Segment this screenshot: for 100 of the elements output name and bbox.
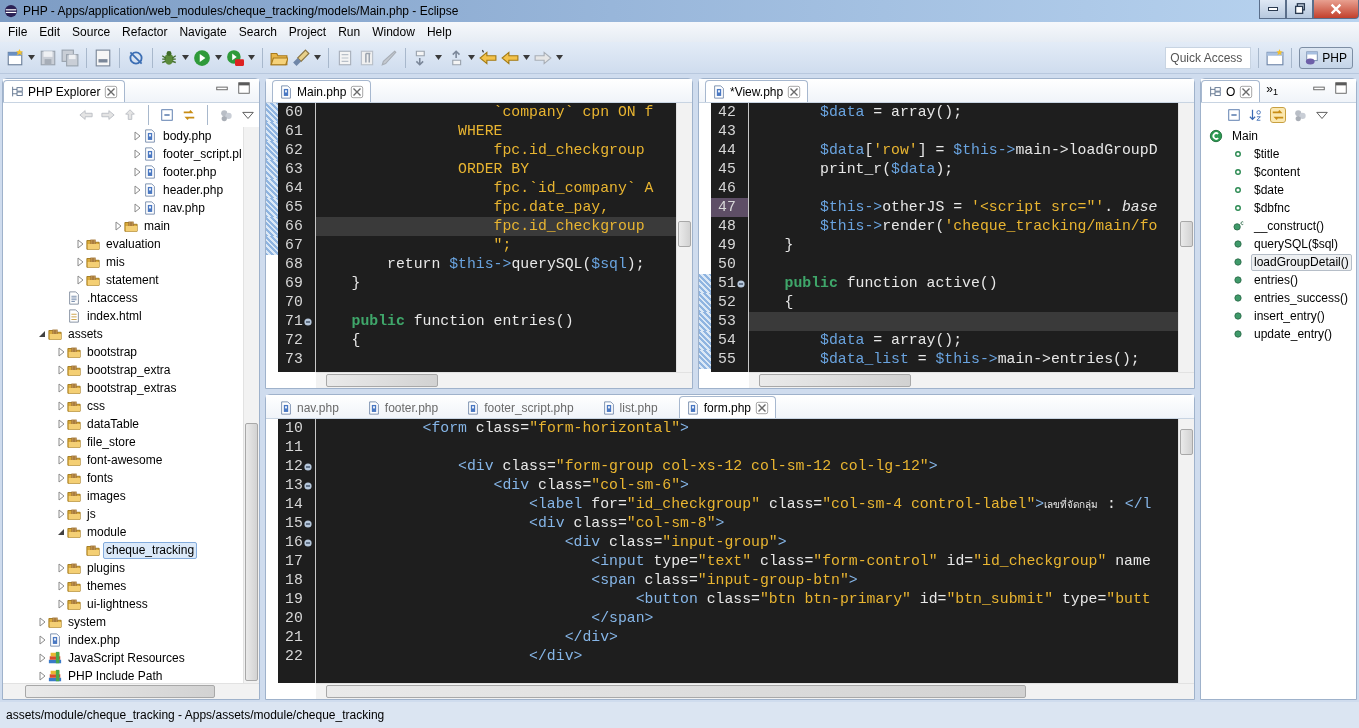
collapsed-arrow-icon[interactable]: [74, 256, 86, 268]
tree-item[interactable]: index.php: [65, 631, 124, 649]
collapsed-arrow-icon[interactable]: [36, 616, 48, 628]
tree-item[interactable]: file_store: [84, 433, 139, 451]
collapsed-arrow-icon[interactable]: [55, 418, 67, 430]
outline-item[interactable]: Main: [1229, 127, 1261, 145]
quick-access-field[interactable]: Quick Access: [1165, 46, 1252, 69]
page-icon[interactable]: [336, 48, 354, 67]
tree-item[interactable]: module: [84, 523, 130, 541]
menu-item[interactable]: Window: [366, 23, 421, 41]
tree-item[interactable]: cheque_tracking: [103, 541, 198, 559]
fold-icon[interactable]: [303, 462, 312, 471]
tree-item[interactable]: bootstrap_extras: [84, 379, 180, 397]
view-tab[interactable]: PHP Explorer: [3, 80, 126, 102]
scroll-thumb[interactable]: [25, 685, 215, 698]
scroll-thumb[interactable]: [759, 374, 911, 387]
collapsed-arrow-icon[interactable]: [74, 238, 86, 250]
scroll-thumb[interactable]: [326, 685, 1026, 698]
editor-tab[interactable]: footer_script.php: [459, 396, 581, 418]
caret-icon[interactable]: [28, 55, 35, 60]
collapsed-arrow-icon[interactable]: [36, 634, 48, 646]
tree-item[interactable]: font-awesome: [84, 451, 166, 469]
vertical-scrollbar[interactable]: [1178, 419, 1194, 683]
outline-item[interactable]: loadGroupDetail(): [1251, 253, 1352, 271]
collapsed-arrow-icon[interactable]: [55, 436, 67, 448]
menu-item[interactable]: Help: [420, 23, 458, 41]
collapsed-arrow-icon[interactable]: [131, 130, 143, 142]
save-all-icon[interactable]: [61, 48, 79, 67]
fold-icon[interactable]: [303, 519, 312, 528]
scroll-thumb[interactable]: [326, 374, 438, 387]
horizontal-scrollbar[interactable]: [749, 372, 1194, 388]
link-icon[interactable]: [182, 108, 196, 122]
outline-item[interactable]: $date: [1251, 181, 1288, 199]
vertical-scrollbar[interactable]: [676, 103, 692, 372]
tree-item[interactable]: css: [84, 397, 108, 415]
link-icon[interactable]: [1271, 108, 1285, 122]
tree-item[interactable]: footer_script.pl: [160, 145, 243, 163]
scroll-thumb[interactable]: [1180, 429, 1193, 455]
collapsed-arrow-icon[interactable]: [131, 184, 143, 196]
menu-item[interactable]: File: [2, 23, 34, 41]
restore-button[interactable]: [1286, 0, 1313, 19]
tree-item[interactable]: evaluation: [103, 235, 164, 253]
collapsed-arrow-icon[interactable]: [55, 562, 67, 574]
outline-item[interactable]: update_entry(): [1251, 325, 1336, 343]
collapse-all-icon[interactable]: [160, 108, 174, 122]
tree-item[interactable]: nav.php: [160, 199, 208, 217]
scroll-thumb[interactable]: [245, 423, 258, 681]
collapsed-arrow-icon[interactable]: [55, 454, 67, 466]
close-icon[interactable]: [104, 84, 119, 99]
outline-item[interactable]: entries_success(): [1251, 289, 1352, 307]
tree-item[interactable]: JavaScript Resources: [65, 649, 188, 667]
editor-tab[interactable]: form.php: [678, 396, 776, 418]
outline-item[interactable]: $dbfnc: [1251, 199, 1294, 217]
bug-icon[interactable]: [160, 48, 178, 67]
collapsed-arrow-icon[interactable]: [74, 274, 86, 286]
menu-item[interactable]: Project: [282, 23, 333, 41]
tree-item[interactable]: plugins: [84, 559, 129, 577]
scroll-thumb[interactable]: [1180, 221, 1193, 247]
tree-item[interactable]: footer.php: [160, 163, 220, 181]
up-icon[interactable]: [123, 108, 137, 122]
editor-tab[interactable]: *View.php: [705, 80, 809, 102]
caret-icon[interactable]: [248, 55, 255, 60]
fold-icon[interactable]: [303, 481, 312, 490]
caret-icon[interactable]: [523, 55, 530, 60]
tree-item[interactable]: images: [84, 487, 129, 505]
tree-item[interactable]: ui-lightness: [84, 595, 151, 613]
caret-icon[interactable]: [435, 55, 442, 60]
collapsed-arrow-icon[interactable]: [36, 670, 48, 682]
view-tab[interactable]: O: [1201, 80, 1261, 102]
collapse-all-icon[interactable]: [1227, 108, 1241, 122]
tree-item[interactable]: js: [84, 505, 99, 523]
tree-item[interactable]: dataTable: [84, 415, 143, 433]
menu-item[interactable]: Refactor: [116, 23, 174, 41]
close-icon[interactable]: [755, 400, 769, 415]
caret-icon[interactable]: [215, 55, 222, 60]
close-icon[interactable]: [1239, 84, 1254, 99]
pen-icon[interactable]: [380, 48, 398, 67]
binary-file-icon[interactable]: [94, 48, 112, 67]
editor-tab[interactable]: list.php: [594, 396, 665, 418]
tree-item[interactable]: index.html: [84, 307, 145, 325]
tree-item[interactable]: bootstrap_extra: [84, 361, 174, 379]
forward-icon[interactable]: [101, 108, 115, 122]
tree-item[interactable]: system: [65, 613, 109, 631]
minimize-button[interactable]: [1259, 0, 1286, 19]
outline-item[interactable]: entries(): [1251, 271, 1301, 289]
menu-item[interactable]: Edit: [33, 23, 67, 41]
tree-item[interactable]: mis: [103, 253, 128, 271]
editor-tab[interactable]: Main.php: [272, 80, 372, 102]
menu-item[interactable]: Run: [332, 23, 367, 41]
maximize-icon[interactable]: [237, 80, 251, 95]
tree-item[interactable]: assets: [65, 325, 106, 343]
menu-item[interactable]: Search: [232, 23, 283, 41]
close-icon[interactable]: [350, 84, 365, 99]
collapsed-arrow-icon[interactable]: [55, 346, 67, 358]
overflow-tab[interactable]: »$_{1}$: [1260, 80, 1283, 102]
collapsed-arrow-icon[interactable]: [36, 652, 48, 664]
outline-item[interactable]: querySQL($sql): [1251, 235, 1342, 253]
menu-item[interactable]: Navigate: [173, 23, 233, 41]
collapsed-arrow-icon[interactable]: [55, 490, 67, 502]
run-icon[interactable]: [193, 48, 211, 67]
